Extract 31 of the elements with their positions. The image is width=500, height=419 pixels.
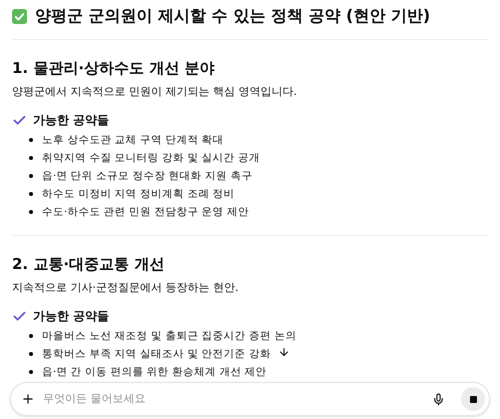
bullet-icon — [29, 370, 33, 374]
list-item: 노후 상수도관 교체 구역 단계적 확대 — [42, 132, 224, 148]
bullet-icon — [29, 210, 33, 214]
section-heading: 1. 물관리·상하수도 개선 분야 — [12, 58, 216, 78]
list-item: 읍·면 간 이동 편의를 위한 환승체계 개선 제안 — [42, 364, 267, 378]
list-item: 마을버스 노선 재조정 및 출퇴근 집중시간 증편 논의 — [42, 328, 296, 344]
list-item: 하수도 미정비 지역 정비계획 조례 정비 — [42, 186, 235, 202]
page-title: 양평군 군의원이 제시할 수 있는 정책 공약 (현안 기반) — [35, 5, 430, 27]
bullet-icon — [29, 334, 33, 338]
stop-button[interactable] — [461, 387, 485, 411]
subheading: 가능한 공약들 — [33, 308, 110, 325]
section-heading: 2. 교통·대중교통 개선 — [12, 254, 166, 274]
list-item: 읍·면 단위 소규모 정수장 현대화 지원 촉구 — [42, 168, 252, 184]
bullet-icon — [29, 138, 33, 142]
section-description: 지속적으로 기사·군정질문에서 등장하는 현안. — [12, 280, 240, 296]
section-description: 양평군에서 지속적으로 민원이 제기되는 핵심 영역입니다. — [12, 84, 298, 100]
message-field[interactable]: 무엇이든 물어보세요 — [43, 390, 424, 408]
subheading: 가능한 공약들 — [33, 112, 110, 129]
arrow-down-icon — [278, 346, 290, 358]
plus-icon[interactable] — [21, 392, 35, 406]
check-mark-icon — [12, 8, 27, 24]
bullet-icon — [29, 192, 33, 196]
stop-icon — [470, 396, 476, 402]
microphone-icon[interactable] — [432, 392, 445, 406]
list-item: 수도·하수도 관련 민원 전담창구 운영 제안 — [42, 204, 250, 220]
list-item: 취약지역 수질 모니터링 강화 및 실시간 공개 — [42, 150, 260, 166]
bullet-icon — [29, 156, 33, 160]
message-input[interactable]: 무엇이든 물어보세요 — [10, 382, 490, 416]
list-item: 통학버스 부족 지역 실태조사 및 안전기준 강화 — [42, 346, 272, 362]
bullet-icon — [29, 174, 33, 178]
bullet-icon — [29, 352, 33, 356]
